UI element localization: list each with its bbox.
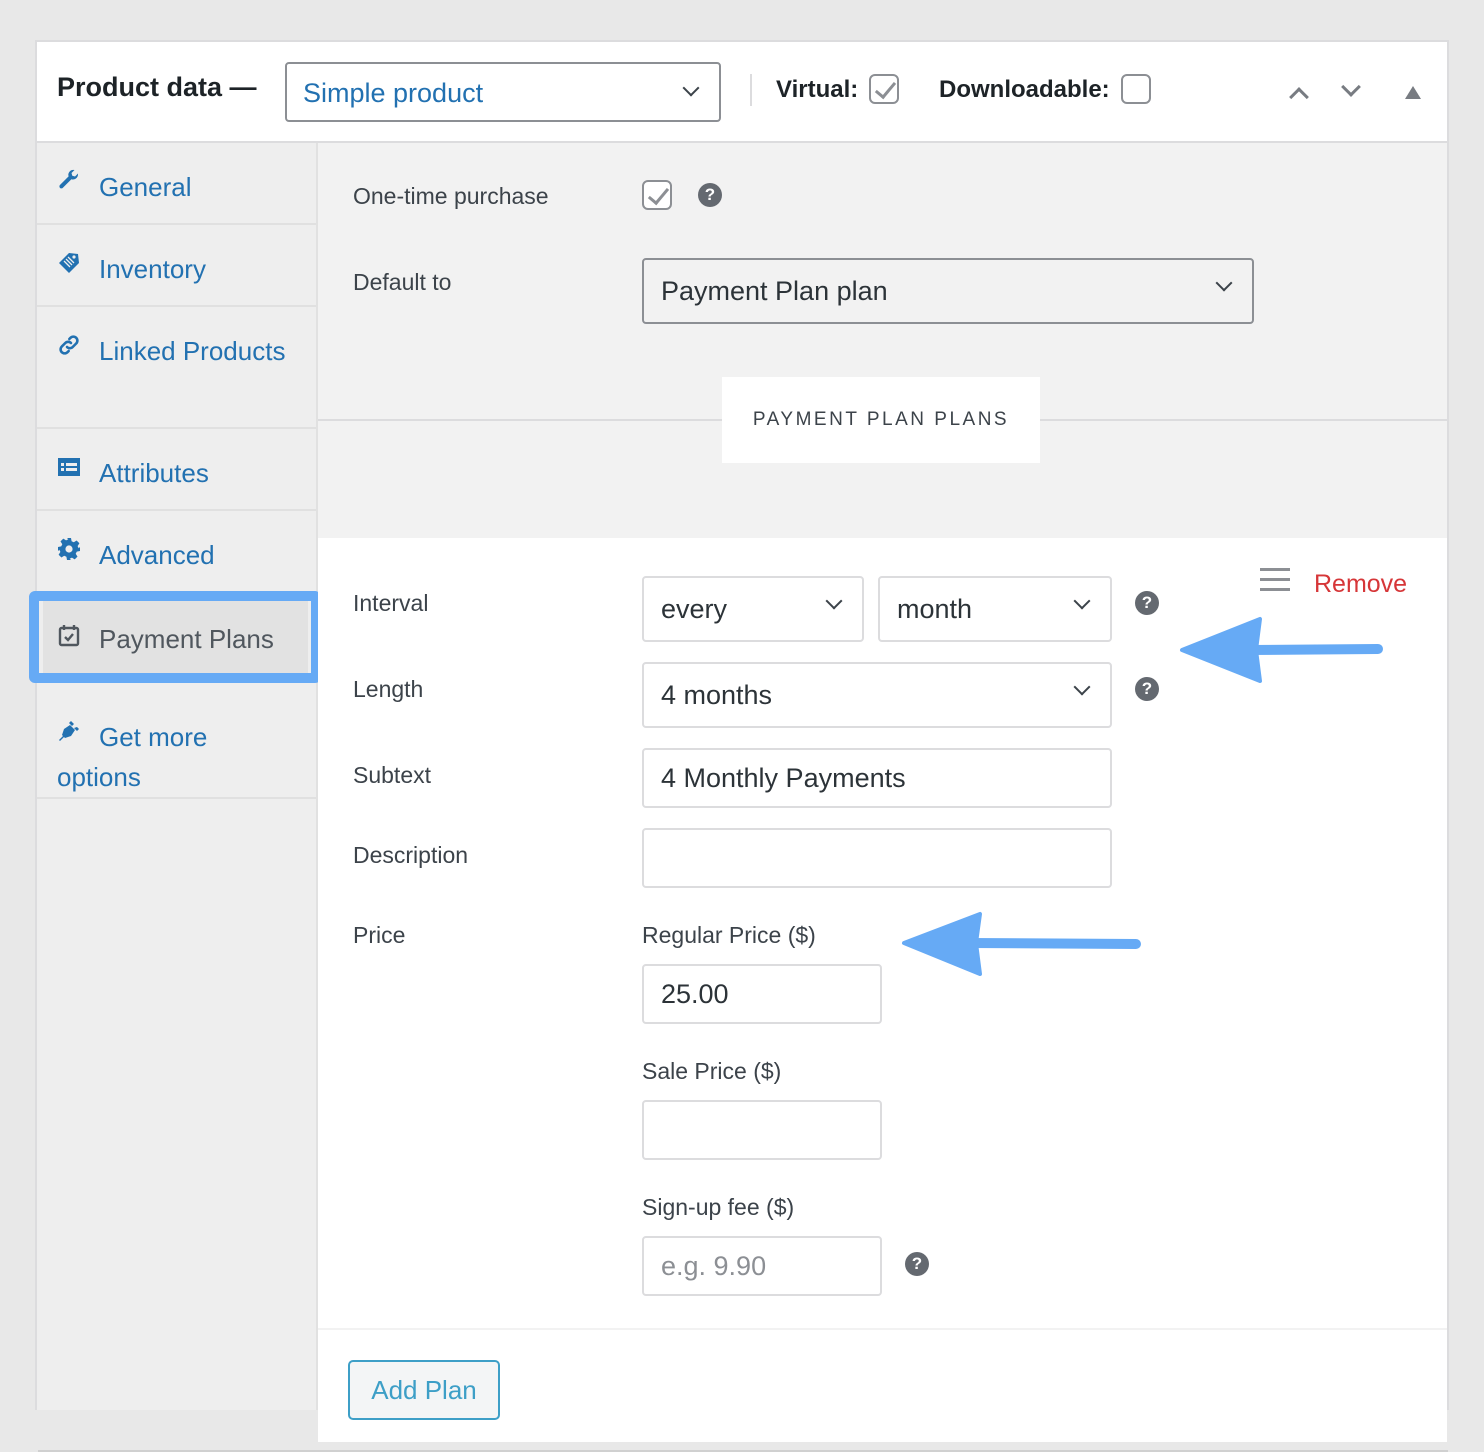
interval-label: Interval <box>353 590 429 616</box>
remove-plan-link[interactable]: Remove <box>1314 570 1407 599</box>
default-plan-select[interactable]: Payment Plan plan <box>642 258 1254 324</box>
subtext-input[interactable] <box>642 748 1112 808</box>
one-time-purchase-label: One-time purchase <box>353 183 549 209</box>
interval-every-select[interactable]: every <box>642 576 864 642</box>
sale-price-input[interactable] <box>642 1100 882 1160</box>
header-divider <box>750 74 752 106</box>
product-data-header: Product data — Simple product Virtual: D… <box>37 42 1447 143</box>
move-down-button[interactable] <box>1337 77 1367 106</box>
regular-price-label: Regular Price ($) <box>642 922 816 948</box>
tab-inventory[interactable]: Inventory <box>37 225 316 307</box>
length-label: Length <box>353 676 424 702</box>
length-select[interactable]: 4 months <box>642 662 1112 728</box>
product-type-value: Simple product <box>303 78 484 108</box>
virtual-label: Virtual: <box>776 76 859 103</box>
help-icon[interactable]: ? <box>698 183 722 207</box>
chevron-down-icon <box>1341 77 1361 97</box>
collapse-toggle-button[interactable] <box>1399 82 1429 106</box>
product-data-tabs: General Inventory Linked Products Attrib… <box>29 143 321 1410</box>
help-icon[interactable]: ? <box>905 1252 929 1276</box>
regular-price-input[interactable] <box>642 964 882 1024</box>
virtual-checkbox[interactable] <box>869 74 899 104</box>
chevron-down-icon <box>1073 592 1091 610</box>
tab-advanced[interactable]: Advanced <box>37 511 316 593</box>
tab-get-more-options[interactable]: Get more options <box>37 693 316 799</box>
description-input[interactable] <box>642 828 1112 888</box>
interval-every-value: every <box>661 594 728 624</box>
interval-period-select[interactable]: month <box>878 576 1112 642</box>
help-icon[interactable]: ? <box>1135 677 1159 701</box>
default-to-label: Default to <box>353 269 452 295</box>
subtext-label: Subtext <box>353 762 431 788</box>
product-data-panel: Product data — Simple product Virtual: D… <box>29 40 1449 1442</box>
signup-fee-input[interactable] <box>642 1236 882 1296</box>
chevron-up-icon <box>1289 87 1309 107</box>
length-value: 4 months <box>661 680 773 710</box>
tab-general[interactable]: General <box>37 143 316 225</box>
payment-plans-panel: One-time purchase ? Default to Payment P… <box>318 143 1447 1442</box>
one-time-purchase-checkbox[interactable] <box>642 180 672 210</box>
chevron-down-icon <box>1215 274 1233 292</box>
chevron-down-icon <box>682 79 700 97</box>
sale-price-label: Sale Price ($) <box>642 1058 782 1084</box>
chevron-down-icon <box>825 592 843 610</box>
signup-fee-label: Sign-up fee ($) <box>642 1194 795 1220</box>
product-type-select[interactable]: Simple product <box>285 62 721 122</box>
tab-linked-products[interactable]: Linked Products <box>37 307 316 429</box>
downloadable-checkbox[interactable] <box>1121 74 1151 104</box>
tab-attributes[interactable]: Attributes <box>37 429 316 511</box>
drag-handle-icon[interactable] <box>1260 568 1290 592</box>
move-up-button[interactable] <box>1285 82 1315 107</box>
interval-period-value: month <box>897 594 973 624</box>
chevron-down-icon <box>1073 678 1091 696</box>
help-icon[interactable]: ? <box>1135 591 1159 615</box>
triangle-up-icon <box>1405 86 1421 99</box>
price-label: Price <box>353 922 406 948</box>
default-plan-value: Payment Plan plan <box>661 276 888 306</box>
plan-item: Remove Interval every month ? Length 4 m… <box>318 538 1447 1328</box>
tab-payment-plans[interactable]: Payment Plans <box>43 601 308 681</box>
downloadable-label: Downloadable: <box>939 76 1110 103</box>
section-title: PAYMENT PLAN PLANS <box>722 377 1040 463</box>
add-plan-button[interactable]: Add Plan <box>348 1360 500 1420</box>
description-label: Description <box>353 842 469 868</box>
panel-title: Product data — <box>57 72 257 102</box>
plan-footer: Add Plan <box>318 1330 1447 1442</box>
